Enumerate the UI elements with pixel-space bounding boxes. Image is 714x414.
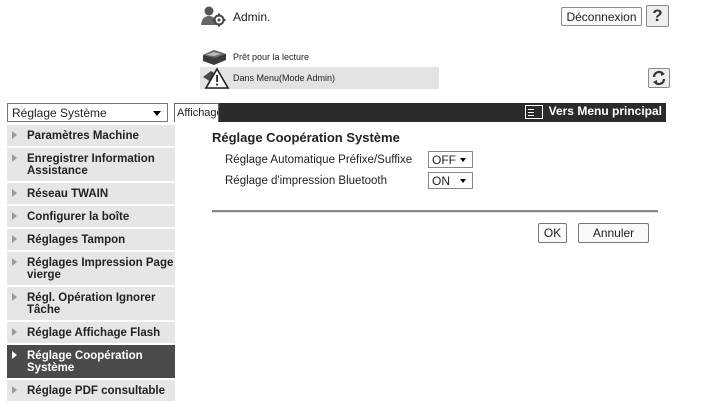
triangle-right-icon <box>12 189 17 197</box>
sidebar-item-label: Paramètres Machine <box>27 130 139 142</box>
sidebar-item-label: Réglage Affichage Flash <box>27 327 161 339</box>
divider <box>212 210 658 213</box>
ok-button[interactable]: OK <box>538 223 567 243</box>
help-button[interactable]: ? <box>646 5 669 27</box>
bluetooth-select[interactable]: ON <box>428 172 473 189</box>
sidebar-item-label: Enregistrer Information Assistance <box>27 153 155 177</box>
triangle-right-icon <box>12 212 17 220</box>
sidebar-item-operation-ignorer-tache[interactable]: Régl. Opération Ignorer Tâche <box>7 285 175 320</box>
sidebar: Paramètres Machine Enregistrer Informati… <box>7 123 175 401</box>
admin-user-icon <box>200 5 226 27</box>
sidebar-item-label: Réglage Coopération Système <box>27 350 143 374</box>
refresh-button[interactable] <box>648 68 670 88</box>
sidebar-item-pdf-consultable[interactable]: Réglage PDF consultable <box>7 378 175 401</box>
sidebar-item-impression-page-vierge[interactable]: Réglages Impression Page vierge <box>7 250 175 285</box>
triangle-right-icon <box>12 235 17 243</box>
triangle-right-icon <box>12 328 17 336</box>
nav-tab-bar: Affichage Vers Menu principal <box>174 103 666 122</box>
sidebar-item-enregistrer-information[interactable]: Enregistrer Information Assistance <box>7 146 175 181</box>
sidebar-item-label: Régl. Opération Ignorer Tâche <box>27 292 156 316</box>
sidebar-item-parametres-machine[interactable]: Paramètres Machine <box>7 123 175 146</box>
triangle-right-icon <box>12 154 17 162</box>
triangle-right-icon <box>12 293 17 301</box>
status-mode-bar: Dans Menu(Mode Admin) <box>200 67 439 89</box>
main-menu-label: Vers Menu principal <box>548 104 662 118</box>
menu-icon <box>524 104 543 119</box>
sidebar-item-cooperation-systeme[interactable]: Réglage Coopération Système <box>7 343 175 378</box>
triangle-right-icon <box>12 351 17 359</box>
main-menu-link[interactable]: Vers Menu principal <box>524 104 662 119</box>
sidebar-item-affichage-flash[interactable]: Réglage Affichage Flash <box>7 320 175 343</box>
sidebar-item-label: Réglage PDF consultable <box>27 385 166 397</box>
triangle-right-icon <box>12 131 17 139</box>
prefix-suffix-value: OFF <box>432 153 456 167</box>
sidebar-item-reglages-tampon[interactable]: Réglages Tampon <box>7 227 175 250</box>
sidebar-item-label: Configurer la boîte <box>27 211 130 223</box>
setting-label-prefix-suffix: Réglage Automatique Préfixe/Suffixe <box>225 154 413 166</box>
tab-affichage[interactable]: Affichage <box>174 103 219 122</box>
chevron-down-icon <box>153 111 161 116</box>
triangle-right-icon <box>12 386 17 394</box>
triangle-right-icon <box>12 258 17 266</box>
category-select-value: Réglage Système <box>12 106 107 120</box>
refresh-icon <box>649 70 669 86</box>
sidebar-item-reseau-twain[interactable]: Réseau TWAIN <box>7 181 175 204</box>
status-ready-text: Prêt pour la lecture <box>233 52 310 62</box>
chevron-down-icon <box>460 179 466 183</box>
page-title: Réglage Coopération Système <box>212 130 400 145</box>
help-icon: ? <box>652 6 663 25</box>
sidebar-item-configurer-boite[interactable]: Configurer la boîte <box>7 204 175 227</box>
logout-button[interactable]: Déconnexion <box>561 7 642 26</box>
sidebar-item-label: Réglages Tampon <box>27 234 126 246</box>
status-mode-text: Dans Menu(Mode Admin) <box>233 73 336 83</box>
cancel-button[interactable]: Annuler <box>578 223 649 243</box>
setting-label-bluetooth: Réglage d'impression Bluetooth <box>225 175 388 187</box>
admin-label: Admin. <box>233 10 271 24</box>
sidebar-item-label: Réseau TWAIN <box>27 188 109 200</box>
category-select[interactable]: Réglage Système <box>7 103 168 122</box>
bluetooth-value: ON <box>432 174 450 188</box>
prefix-suffix-select[interactable]: OFF <box>428 151 473 168</box>
nav-bar: Réglage Système Affichage Vers Menu prin… <box>0 101 714 123</box>
warning-icon <box>202 67 230 94</box>
admin-header: Admin. Déconnexion ? <box>200 5 672 29</box>
sidebar-item-label: Réglages Impression Page vierge <box>27 257 174 281</box>
chevron-down-icon <box>460 158 466 162</box>
